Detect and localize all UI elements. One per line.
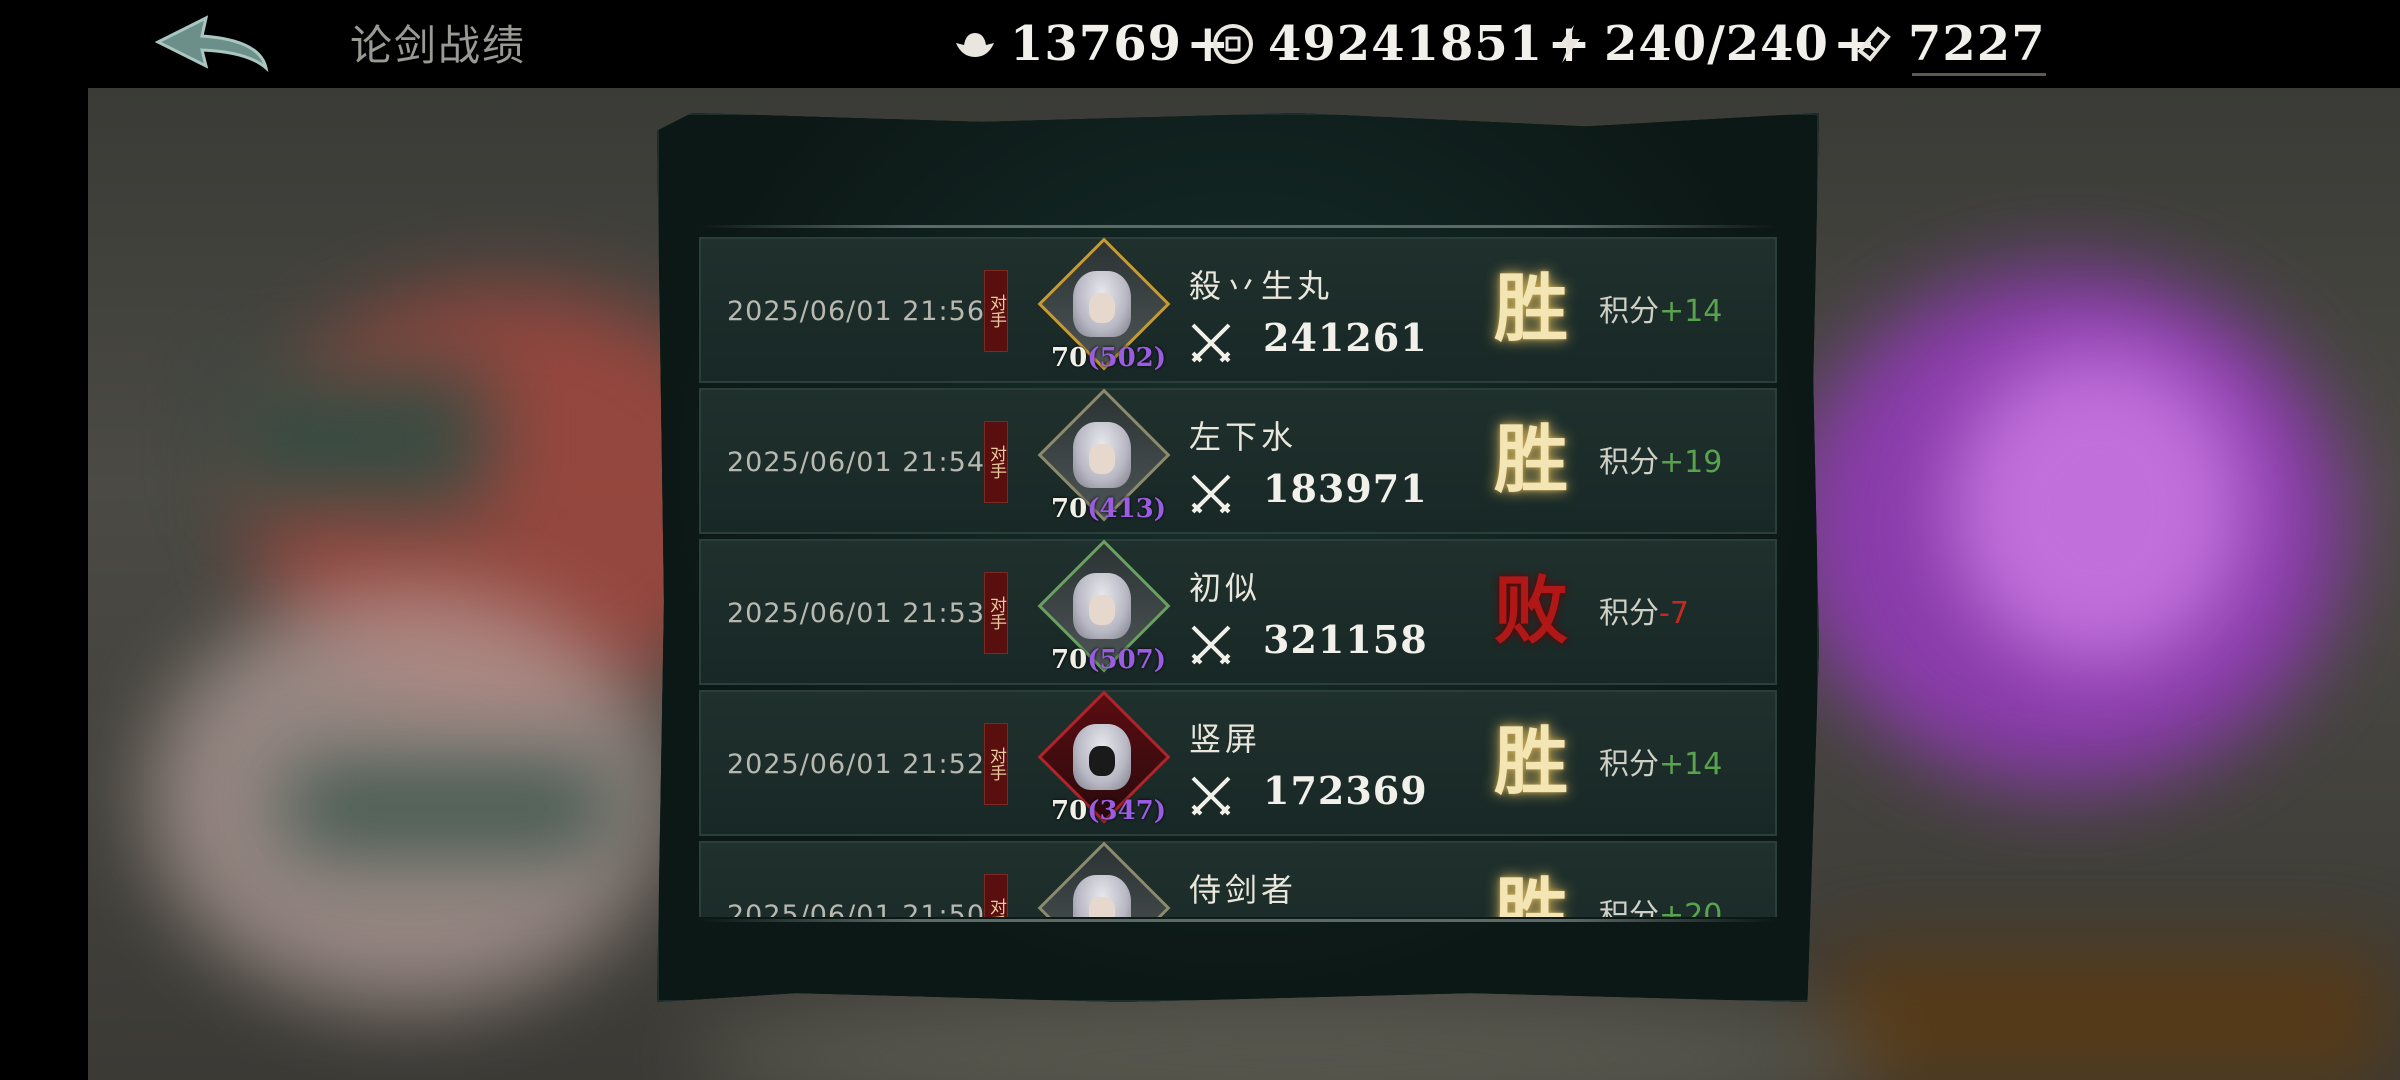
record-time: 2025/06/01 21:53 <box>727 598 986 629</box>
back-button[interactable] <box>148 12 276 76</box>
score-change: 积分+14 <box>1599 747 1723 782</box>
crossed-swords-icon <box>1191 625 1231 665</box>
opponent-name[interactable]: 侍剑者 <box>1189 865 1297 911</box>
resource-coin: 49241851 + <box>1212 14 1591 74</box>
opponent-avatar[interactable] <box>1037 841 1171 917</box>
energy-value: 240/240 <box>1604 16 1829 72</box>
level-rank: 70(502) <box>1051 343 1167 373</box>
combat-power: 172369 <box>1263 768 1428 813</box>
opponent-tag: 对手 <box>984 874 1008 917</box>
record-list[interactable]: 2025/06/01 21:56 对手 70(502) 殺丷生丸 241261 … <box>699 237 1777 917</box>
record-time: 2025/06/01 21:50 <box>727 900 986 917</box>
battle-record-dialog: 2025/06/01 21:56 对手 70(502) 殺丷生丸 241261 … <box>657 113 1819 1002</box>
opponent-tag: 对手 <box>984 421 1008 503</box>
ticket-icon <box>1852 23 1894 65</box>
opponent-avatar[interactable]: 70(507) <box>1037 539 1171 677</box>
score-change: 积分+14 <box>1599 294 1723 329</box>
record-row[interactable]: 2025/06/01 21:54 对手 70(413) 左下水 183971 胜… <box>699 388 1777 534</box>
top-bar: 论剑战绩 13769 + 49241851 + 240/240 + 7227 <box>0 0 2400 88</box>
divider <box>699 225 1777 228</box>
coin-icon <box>1212 23 1254 65</box>
combat-power: 321158 <box>1263 617 1428 662</box>
record-time: 2025/06/01 21:52 <box>727 749 986 780</box>
opponent-tag: 对手 <box>984 723 1008 805</box>
opponent-tag: 对手 <box>984 572 1008 654</box>
coin-value: 49241851 <box>1268 16 1544 72</box>
result-win: 胜 <box>1494 870 1568 917</box>
opponent-name[interactable]: 竖屏 <box>1189 714 1261 760</box>
record-time: 2025/06/01 21:56 <box>727 296 986 327</box>
combat-power: 241261 <box>1263 315 1428 360</box>
opponent-name[interactable]: 殺丷生丸 <box>1189 261 1333 307</box>
opponent-name[interactable]: 初似 <box>1189 563 1261 609</box>
score-change: 积分-7 <box>1599 596 1689 631</box>
ingot-icon <box>954 23 996 65</box>
page-title: 论剑战绩 <box>350 21 527 70</box>
opponent-tag: 对手 <box>984 270 1008 352</box>
energy-icon <box>1548 23 1590 65</box>
record-row[interactable]: 2025/06/01 21:52 对手 70(347) 竖屏 172369 胜 … <box>699 690 1777 836</box>
back-arrow-icon <box>154 15 269 73</box>
record-row[interactable]: 2025/06/01 21:56 对手 70(502) 殺丷生丸 241261 … <box>699 237 1777 383</box>
record-row[interactable]: 2025/06/01 21:50 对手 侍剑者 胜 积分+20 <box>699 841 1777 917</box>
opponent-name[interactable]: 左下水 <box>1189 412 1297 458</box>
opponent-avatar[interactable]: 70(502) <box>1037 237 1171 375</box>
score-change: 积分+20 <box>1599 898 1723 917</box>
resource-energy: 240/240 + <box>1548 14 1877 74</box>
crossed-swords-icon <box>1191 323 1231 363</box>
resource-ingot: 13769 + <box>954 14 1230 74</box>
result-lose: 败 <box>1494 568 1568 654</box>
opponent-avatar[interactable]: 70(413) <box>1037 388 1171 526</box>
ingot-value: 13769 <box>1010 16 1182 72</box>
crossed-swords-icon <box>1191 776 1231 816</box>
ticket-value: 7227 <box>1908 16 2046 72</box>
record-row[interactable]: 2025/06/01 21:53 对手 70(507) 初似 321158 败 … <box>699 539 1777 685</box>
score-change: 积分+19 <box>1599 445 1723 480</box>
opponent-avatar[interactable]: 70(347) <box>1037 690 1171 828</box>
result-win: 胜 <box>1494 266 1568 352</box>
crossed-swords-icon <box>1191 474 1231 514</box>
combat-power: 183971 <box>1263 466 1428 511</box>
result-win: 胜 <box>1494 417 1568 503</box>
resource-ticket: 7227 <box>1852 14 2046 76</box>
level-rank: 70(507) <box>1051 645 1167 675</box>
result-win: 胜 <box>1494 719 1568 805</box>
level-rank: 70(347) <box>1051 796 1167 826</box>
level-rank: 70(413) <box>1051 494 1167 524</box>
record-time: 2025/06/01 21:54 <box>727 447 986 478</box>
divider <box>699 919 1777 922</box>
